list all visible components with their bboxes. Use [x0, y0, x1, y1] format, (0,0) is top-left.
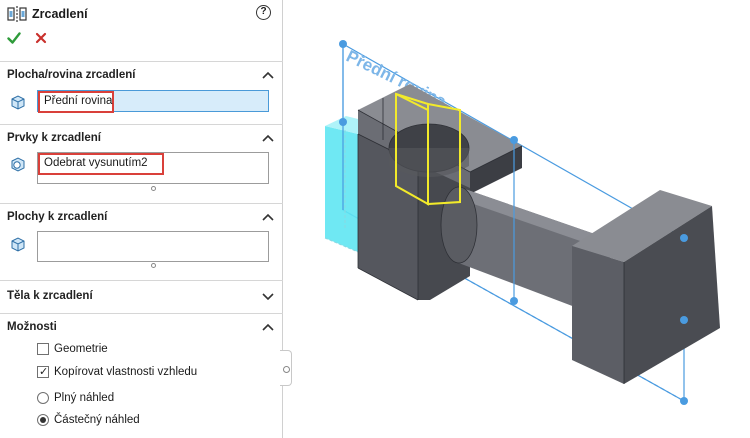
chevron-down-icon[interactable]: [262, 292, 274, 300]
graphics-viewport[interactable]: Přední rovina: [284, 0, 750, 438]
section-faces-label: Plochy k zrcadlení: [7, 211, 108, 223]
plane-handle[interactable]: [680, 397, 688, 405]
geometry-checkbox[interactable]: [37, 343, 49, 355]
features-selection-box[interactable]: Odebrat vysunutím2: [37, 152, 269, 184]
copy-appearance-checkbox-label: Kopírovat vlastnosti vzhledu: [54, 366, 198, 378]
feature-title: Zrcadlení: [32, 7, 88, 21]
chevron-up-icon[interactable]: [262, 71, 274, 79]
plane-handle[interactable]: [510, 136, 518, 144]
resize-grip-icon[interactable]: [151, 263, 156, 268]
close-icon[interactable]: [34, 31, 48, 45]
section-faces-to-mirror: Plochy k zrcadlení: [0, 203, 283, 280]
plane-handle[interactable]: [510, 297, 518, 305]
plane-handle[interactable]: [680, 316, 688, 324]
chevron-up-icon[interactable]: [262, 323, 274, 331]
selected-plane-item[interactable]: Přední rovina: [38, 91, 114, 113]
property-manager-header: Zrcadlení ?: [0, 0, 283, 28]
section-options: Možnosti Geometrie Kopírovat vlastnosti …: [0, 313, 283, 438]
end-plate-body[interactable]: [572, 190, 720, 384]
plane-handle[interactable]: [680, 234, 688, 242]
property-manager: Zrcadlení ? Plocha/rovina zrcadlení Před…: [0, 0, 283, 438]
faces-selection-box[interactable]: [37, 231, 269, 262]
feature-list-icon: [11, 157, 25, 172]
full-preview-radio[interactable]: [37, 392, 49, 404]
resize-grip-icon[interactable]: [151, 186, 156, 191]
chevron-up-icon[interactable]: [262, 213, 274, 221]
preview-face-highlight: [325, 126, 358, 252]
section-features-to-mirror: Prvky k zrcadlení Odebrat vysunutím2: [0, 124, 283, 203]
section-bodies-label: Těla k zrcadlení: [7, 290, 93, 302]
section-options-label: Možnosti: [7, 321, 57, 333]
section-features-label: Prvky k zrcadlení: [7, 132, 101, 144]
check-icon[interactable]: [7, 31, 21, 45]
copy-appearance-checkbox[interactable]: [37, 365, 49, 378]
help-icon[interactable]: ?: [256, 5, 271, 20]
full-preview-radio-label: Plný náhled: [54, 392, 115, 404]
face-icon: [11, 237, 25, 252]
section-mirror-plane: Plocha/rovina zrcadlení Přední rovina: [0, 61, 283, 124]
geometry-checkbox-label: Geometrie: [54, 343, 108, 355]
selected-feature-item[interactable]: Odebrat vysunutím2: [38, 153, 164, 175]
mirror-feature-icon: [7, 6, 27, 22]
plane-handle[interactable]: [339, 40, 347, 48]
partial-preview-radio[interactable]: [37, 414, 49, 426]
plane-handle[interactable]: [339, 118, 347, 126]
face-plane-icon: [11, 95, 25, 110]
section-bodies-to-mirror[interactable]: Těla k zrcadlení: [0, 280, 283, 313]
mirror-plane-selection-box[interactable]: Přední rovina: [37, 90, 269, 113]
section-mirror-plane-label: Plocha/rovina zrcadlení: [7, 69, 136, 81]
partial-preview-radio-label: Částečný náhled: [54, 414, 140, 426]
chevron-up-icon[interactable]: [262, 134, 274, 142]
